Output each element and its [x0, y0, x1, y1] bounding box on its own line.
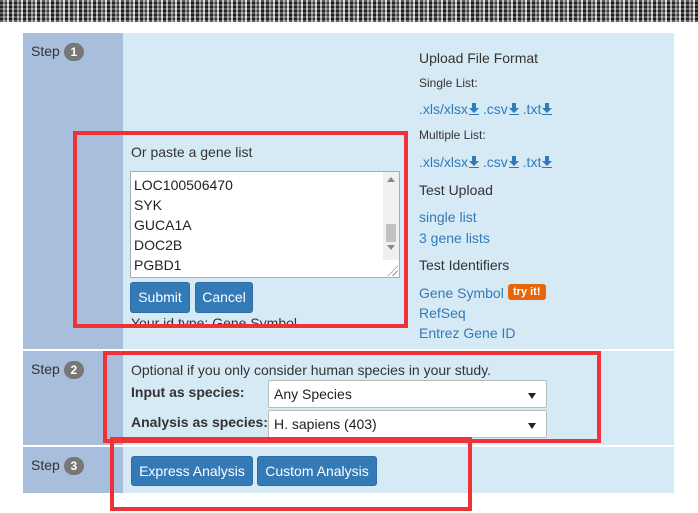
single-list-link[interactable]: single list: [419, 209, 477, 225]
cancel-button[interactable]: Cancel: [195, 282, 253, 313]
download-icon: [469, 103, 479, 115]
scroll-thumb[interactable]: [386, 224, 396, 242]
gene-list-item: LOC100506470: [134, 177, 233, 193]
paste-gene-list-label: Or paste a gene list: [131, 144, 253, 160]
resize-handle-icon[interactable]: [386, 264, 398, 276]
test-identifiers-title: Test Identifiers: [419, 257, 510, 273]
gene-list-item: SYK: [134, 197, 163, 213]
express-analysis-button[interactable]: Express Analysis: [131, 456, 253, 486]
entrez-gene-id-link[interactable]: Entrez Gene ID: [419, 325, 516, 341]
step-3-badge: 3: [63, 457, 84, 476]
custom-analysis-button[interactable]: Custom Analysis: [257, 456, 377, 486]
download-txt-link[interactable]: .txt: [523, 154, 553, 170]
gene-list-textarea[interactable]: LOC100506470 SYK GUCA1A DOC2B PGBD1: [130, 171, 400, 278]
chevron-down-icon: [528, 423, 536, 429]
step-2-cell: Step 2: [23, 351, 123, 445]
gene-list-item: GUCA1A: [134, 217, 192, 233]
input-species-value: Any Species: [274, 386, 352, 402]
step-2-label: Step 2: [31, 361, 84, 380]
upload-format-title: Upload File Format: [419, 50, 539, 66]
scroll-up-arrow-icon[interactable]: [387, 177, 395, 182]
multiple-format-links: .xls/xlsx .csv .txt: [419, 154, 553, 170]
submit-button[interactable]: Submit: [130, 282, 190, 313]
download-csv-link[interactable]: .csv: [483, 101, 519, 117]
step-1-label: Step 1: [31, 43, 84, 62]
step-1-cell: Step 1: [23, 33, 123, 349]
try-it-badge[interactable]: try it!: [508, 284, 546, 300]
input-species-label: Input as species:: [131, 384, 245, 400]
step-3-label: Step 3: [31, 457, 84, 476]
single-format-links: .xls/xlsx .csv .txt: [419, 101, 553, 117]
chevron-down-icon: [528, 393, 536, 399]
gene-list-scrollbar[interactable]: [383, 172, 399, 260]
step-3-cell: Step 3: [23, 447, 123, 493]
multiple-list-label: Multiple List:: [419, 128, 486, 142]
download-xls-link[interactable]: .xls/xlsx: [419, 154, 479, 170]
single-list-label: Single List:: [419, 76, 478, 90]
step-1-badge: 1: [63, 43, 84, 62]
gene-list-item: PGBD1: [134, 257, 182, 273]
id-type-text: Your id type: Gene Symbol: [131, 315, 298, 327]
download-icon: [542, 156, 553, 168]
download-icon: [508, 156, 519, 168]
three-gene-lists-link[interactable]: 3 gene lists: [419, 230, 490, 246]
download-icon: [508, 103, 519, 115]
scroll-down-arrow-icon[interactable]: [387, 245, 395, 250]
input-species-select[interactable]: Any Species: [268, 380, 547, 408]
download-txt-link[interactable]: .txt: [523, 101, 553, 117]
species-note: Optional if you only consider human spec…: [131, 362, 492, 378]
gene-symbol-link[interactable]: Gene Symbol: [419, 285, 504, 301]
analysis-species-value: H. sapiens (403): [274, 416, 377, 432]
gene-list-item: DOC2B: [134, 237, 183, 253]
download-csv-link[interactable]: .csv: [483, 154, 519, 170]
download-icon: [542, 103, 553, 115]
analysis-species-select[interactable]: H. sapiens (403): [268, 410, 547, 438]
test-upload-title: Test Upload: [419, 182, 493, 198]
step-2-badge: 2: [63, 361, 84, 380]
refseq-link[interactable]: RefSeq: [419, 305, 466, 321]
download-xls-link[interactable]: .xls/xlsx: [419, 101, 479, 117]
analysis-species-label: Analysis as species:: [131, 414, 268, 430]
download-icon: [469, 156, 479, 168]
top-banner-image: [0, 0, 698, 22]
